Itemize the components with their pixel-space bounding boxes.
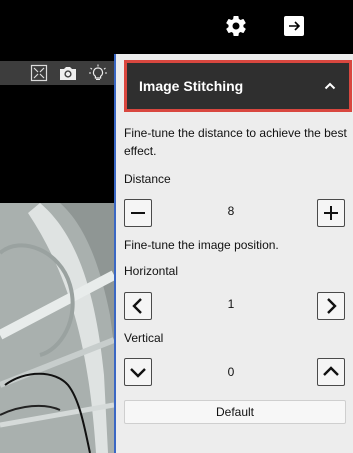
distance-value: 8 — [227, 204, 235, 218]
minus-icon — [131, 212, 145, 214]
vertical-label: Vertical — [124, 331, 164, 345]
chevron-left-icon — [132, 298, 142, 314]
horizontal-label: Horizontal — [124, 264, 179, 278]
gear-icon[interactable] — [224, 14, 248, 38]
horizontal-left-button[interactable] — [124, 292, 152, 320]
video-toolbar — [0, 61, 114, 85]
vertical-value: 0 — [227, 365, 235, 379]
light-bulb-icon[interactable] — [88, 64, 108, 82]
fullscreen-icon[interactable] — [30, 64, 48, 82]
default-button[interactable]: Default — [124, 400, 346, 424]
top-bar — [0, 0, 353, 54]
chevron-up-icon — [323, 366, 339, 376]
chevron-down-icon — [130, 368, 146, 378]
panel-header[interactable]: Image Stitching — [124, 60, 352, 112]
horizontal-value: 1 — [227, 297, 235, 311]
distance-increase-button[interactable] — [317, 199, 345, 227]
camera-image — [0, 85, 114, 453]
vertical-up-button[interactable] — [317, 358, 345, 386]
chevron-up-icon[interactable] — [323, 79, 337, 93]
horizontal-right-button[interactable] — [317, 292, 345, 320]
camera-icon[interactable] — [58, 64, 78, 82]
image-stitching-panel: Image Stitching Fine-tune the distance t… — [114, 54, 353, 453]
exit-icon[interactable] — [283, 15, 305, 37]
position-description: Fine-tune the image position. — [124, 238, 279, 252]
panel-title: Image Stitching — [139, 78, 244, 94]
camera-feed — [0, 85, 114, 453]
distance-label: Distance — [124, 172, 171, 186]
distance-decrease-button[interactable] — [124, 199, 152, 227]
vertical-down-button[interactable] — [124, 358, 152, 386]
distance-description: Fine-tune the distance to achieve the be… — [124, 126, 347, 158]
plus-icon — [324, 206, 338, 220]
chevron-right-icon — [327, 298, 337, 314]
